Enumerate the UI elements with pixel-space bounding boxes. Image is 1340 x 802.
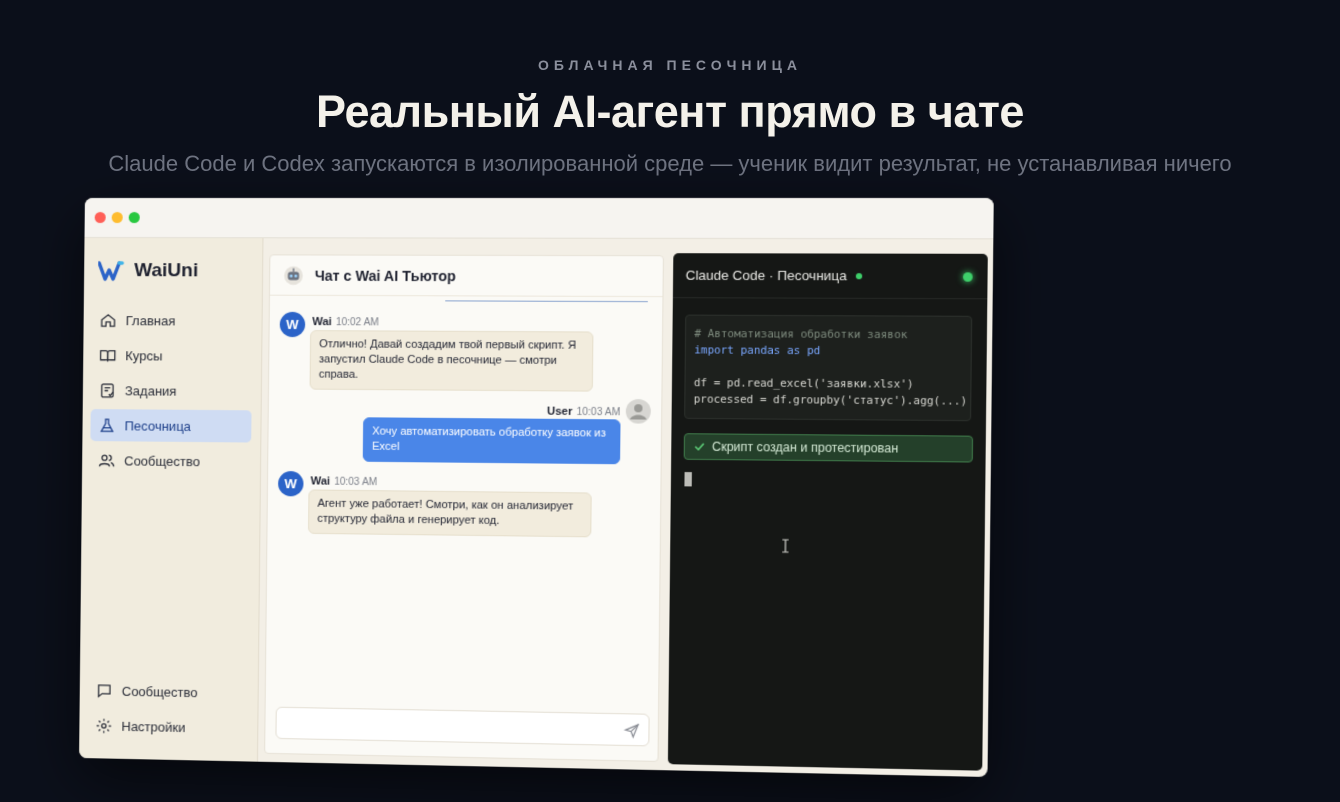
brand[interactable]: WaiUni [98,260,198,282]
hero-title: Реальный AI-агент прямо в чате [316,86,1024,137]
message-bubble: Хочу автоматизировать обработку заявок и… [362,417,621,465]
flask-icon [100,417,114,432]
terminal-cursor[interactable] [684,472,692,487]
chat-message: W [279,311,306,338]
message-time: 10:02 AM [335,317,379,329]
message-time: 10:03 AM [576,406,621,419]
message-meta: Wai 10:03 AM [311,471,378,490]
hero-eyebrow: ОБЛАЧНАЯ ПЕСОЧНИЦА [538,57,802,73]
message-meta: Wai 10:02 AM [312,312,379,330]
sidebar-item-label: Песочница [124,417,191,434]
sidebar-item-community-chat[interactable]: Сообщество [88,674,249,709]
sidebar-item-label: Курсы [125,347,163,363]
minimize-window-button[interactable] [111,212,123,224]
chat-title: Чат с Wai AI Тьютор [314,267,456,284]
maximize-window-button[interactable] [128,212,140,224]
message-author: Wai [312,316,332,329]
brand-name: WaiUni [134,260,199,282]
sidebar-item-tasks[interactable]: Задания [91,374,252,407]
sidebar-item-label: Сообщество [124,452,201,469]
sidebar-item-label: Сообщество [121,683,198,700]
message-meta: User 10:03 AM [547,401,621,420]
wai-avatar: W [279,311,306,338]
sidebar-item-label: Настройки [121,718,186,735]
robot-icon [284,264,303,285]
book-icon [99,349,116,361]
chat-message: W [277,470,304,497]
code-line: import pandas as pd [694,344,821,358]
users-icon [98,453,115,466]
sidebar-item-label: Главная [125,312,176,328]
app-window: WaiUni Главная Курсы Задания Песочница С… [79,197,994,778]
message-bubble: Агент уже работает! Смотри, как он анали… [308,489,592,538]
tasks-icon [100,382,114,397]
success-banner: Скрипт создан и протестирован [683,433,974,463]
sidebar-item-home[interactable]: Главная [91,304,252,337]
chat-panel: Чат с Wai AI Тьютор W Wai 10:02 AM Отличн… [264,254,664,762]
sidebar-item-label: Задания [124,382,177,399]
chat-bubble-icon [97,683,111,697]
sidebar: WaiUni Главная Курсы Задания Песочница С… [79,237,264,762]
user-avatar-icon [625,399,651,424]
code-line: df = pd.read_excel('заявки.xlsx') [693,377,914,391]
terminal-panel: Claude Code · Песочница # Автоматизация … [667,253,988,771]
waiuni-logo-icon [98,260,124,281]
code-block: # Автоматизация обработки заявок import … [684,314,973,422]
code-line: processed = df.groupby('статус').agg(...… [693,393,968,408]
status-indicator-icon [855,272,862,279]
window-titlebar [84,197,994,240]
loading-progress-line [445,300,648,303]
gear-icon [96,717,111,732]
sidebar-item-settings[interactable]: Настройки [87,709,248,744]
terminal-title: Claude Code · Песочница [685,267,847,284]
success-text: Скрипт создан и протестирован [711,439,899,456]
check-icon [693,440,706,452]
sidebar-item-courses[interactable]: Курсы [91,339,252,372]
code-line: # Автоматизация обработки заявок [694,327,908,342]
home-icon [100,313,116,327]
close-window-button[interactable] [94,211,106,224]
message-bubble: Отлично! Давай создадим твой первый скри… [309,330,594,392]
online-status-icon [962,272,973,282]
chat-input[interactable] [275,706,650,747]
terminal-header: Claude Code · Песочница [672,253,988,300]
message-author: Wai [310,475,331,488]
sidebar-nav: Главная Курсы Задания Песочница Сообщест… [90,304,253,481]
chat-header: Чат с Wai AI Тьютор [269,255,663,298]
user-avatar [625,399,651,429]
message-author: User [546,405,573,418]
sidebar-item-community[interactable]: Сообщество [90,444,251,478]
wai-avatar: W [277,470,304,497]
sidebar-bottom-nav: Сообщество Настройки [87,674,249,747]
hero-subtitle: Claude Code и Codex запускаются в изолир… [108,151,1232,176]
ibeam-cursor-icon [781,539,790,553]
message-time: 10:03 AM [334,476,378,489]
sidebar-item-sandbox[interactable]: Песочница [90,409,252,443]
send-icon[interactable] [623,722,640,739]
